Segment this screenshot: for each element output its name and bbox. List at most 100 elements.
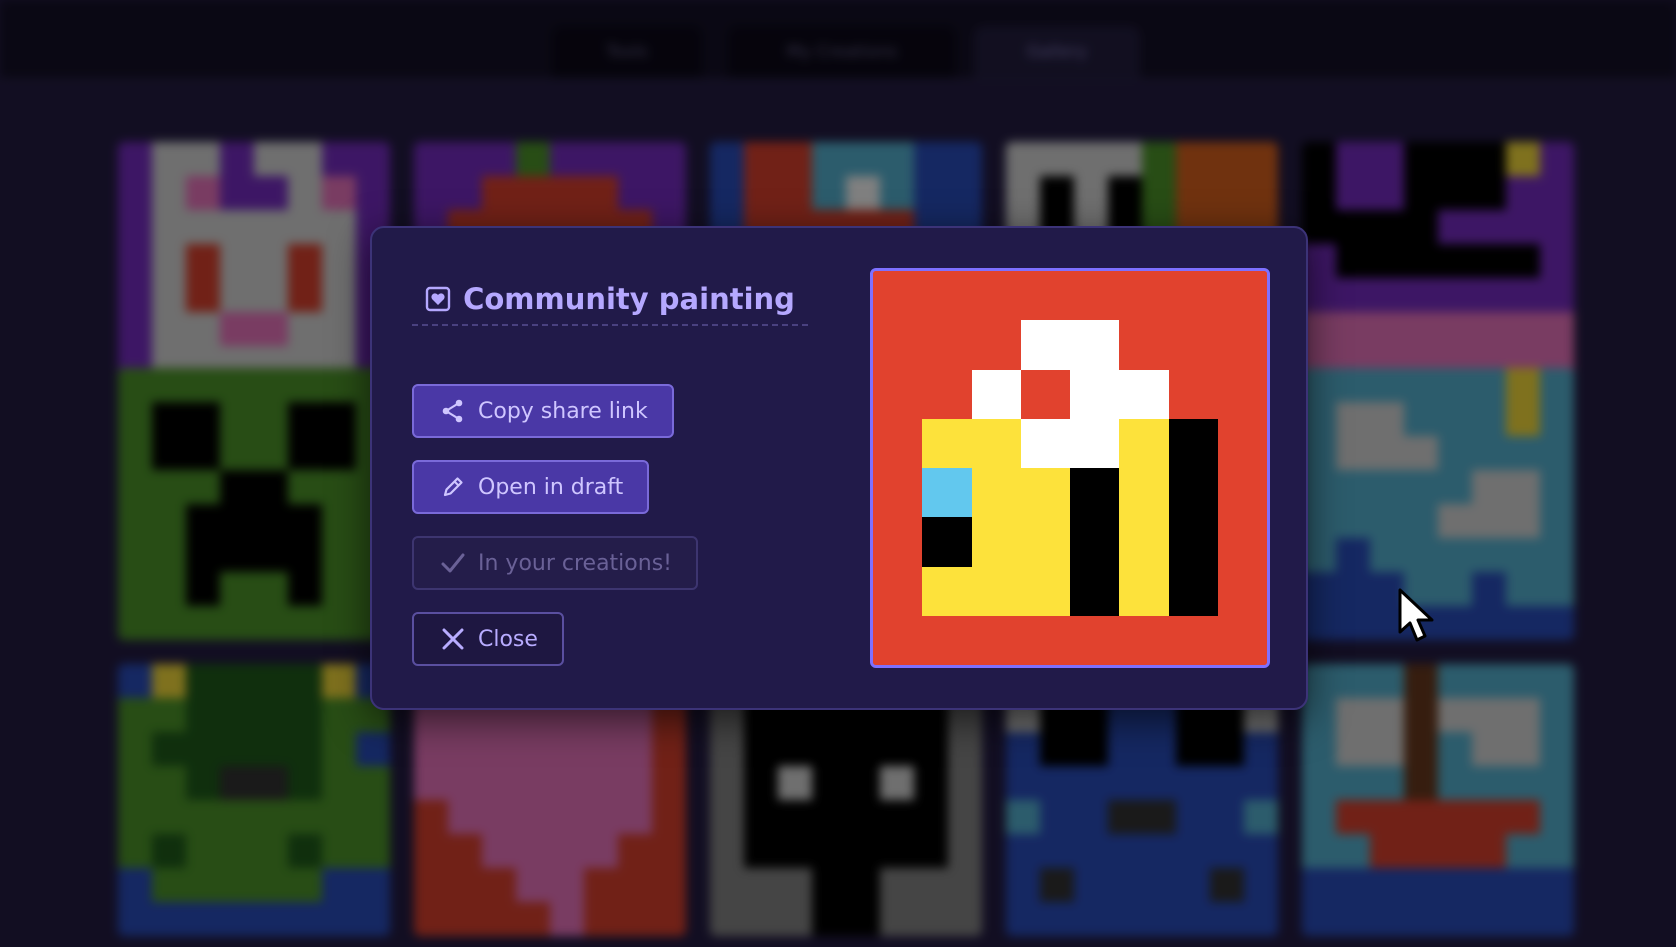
gallery-painting-tile[interactable] (1302, 368, 1574, 640)
pixel (186, 470, 220, 504)
pixel (1108, 766, 1142, 800)
heart-frame-icon (425, 286, 451, 312)
tab-tools[interactable]: Tools (552, 26, 702, 78)
pixel (1472, 368, 1506, 402)
pixel (152, 698, 186, 732)
pixel (152, 538, 186, 572)
pixel (873, 369, 923, 419)
pixel (1540, 210, 1574, 244)
pixel (1370, 176, 1404, 210)
pixel (922, 320, 972, 370)
pixel (186, 504, 220, 538)
pixel (1168, 468, 1218, 518)
pixel (356, 800, 390, 834)
pixel (1404, 244, 1438, 278)
gallery-painting-tile[interactable] (118, 664, 390, 936)
pixel (1070, 369, 1120, 419)
pixel (1040, 176, 1074, 210)
pixel (1506, 436, 1540, 470)
pixel (1217, 566, 1267, 616)
pixel (1438, 244, 1472, 278)
pixel (1006, 142, 1040, 176)
pixel (1404, 868, 1438, 902)
pixel (152, 402, 186, 436)
pixel (1336, 606, 1370, 640)
pixel (846, 868, 880, 902)
pixel (152, 606, 186, 640)
pixel (710, 142, 744, 176)
tab-gallery[interactable]: Gallery (974, 26, 1140, 78)
pixel (1370, 244, 1404, 278)
pixel (322, 732, 356, 766)
pixel (922, 271, 972, 321)
pixel (1336, 436, 1370, 470)
pixel (1070, 418, 1120, 468)
pixel (288, 312, 322, 346)
pixel (186, 606, 220, 640)
pixel (1176, 834, 1210, 868)
pixel (550, 766, 584, 800)
pixel (152, 572, 186, 606)
pixel (922, 615, 972, 665)
pixel (550, 902, 584, 936)
pixel (584, 834, 618, 868)
pixel (618, 176, 652, 210)
gallery-painting-tile[interactable] (1302, 664, 1574, 936)
pixel (1506, 470, 1540, 504)
pixel (254, 834, 288, 868)
pixel (1438, 504, 1472, 538)
pixel (710, 732, 744, 766)
pixel (1336, 766, 1370, 800)
pixel (1370, 664, 1404, 698)
pixel (1438, 664, 1472, 698)
pixel (1472, 902, 1506, 936)
pixel (1472, 698, 1506, 732)
pixel (1472, 176, 1506, 210)
copy-share-link-button[interactable]: Copy share link (412, 384, 674, 438)
pixel (1168, 566, 1218, 616)
pixel (220, 572, 254, 606)
pixel (778, 176, 812, 210)
pixel (288, 572, 322, 606)
pixel (880, 142, 914, 176)
pixel (1336, 664, 1370, 698)
dialog-header: Community painting (412, 274, 808, 326)
pixel (322, 868, 356, 902)
pixel (1540, 368, 1574, 402)
pixel (1404, 698, 1438, 732)
pixel (1506, 766, 1540, 800)
pixel (1119, 271, 1169, 321)
pixel (220, 470, 254, 504)
pixel (1040, 732, 1074, 766)
in-your-creations-button[interactable]: In your creations! (412, 536, 698, 590)
pixel (152, 436, 186, 470)
pixel (186, 766, 220, 800)
pixel (846, 142, 880, 176)
pixel (1302, 176, 1336, 210)
pixel (152, 834, 186, 868)
gallery-painting-tile[interactable] (118, 368, 390, 640)
pixel (152, 902, 186, 936)
close-button[interactable]: Close (412, 612, 564, 666)
pixel (482, 142, 516, 176)
pixel (1506, 868, 1540, 902)
pixel (254, 902, 288, 936)
pixel (1040, 142, 1074, 176)
pixel (1142, 766, 1176, 800)
pixel (652, 142, 686, 176)
pixel (322, 538, 356, 572)
pixel (914, 834, 948, 868)
pixel (356, 142, 390, 176)
tab-my-creations[interactable]: My Creations (728, 26, 956, 78)
open-in-draft-button[interactable]: Open in draft (412, 460, 650, 514)
pixel (744, 800, 778, 834)
pixel (220, 436, 254, 470)
pixel (356, 766, 390, 800)
pixel (1506, 902, 1540, 936)
pixel (1404, 902, 1438, 936)
pixel (1108, 800, 1142, 834)
pixel (288, 698, 322, 732)
pixel (322, 834, 356, 868)
pixel (778, 142, 812, 176)
pixel (1540, 244, 1574, 278)
